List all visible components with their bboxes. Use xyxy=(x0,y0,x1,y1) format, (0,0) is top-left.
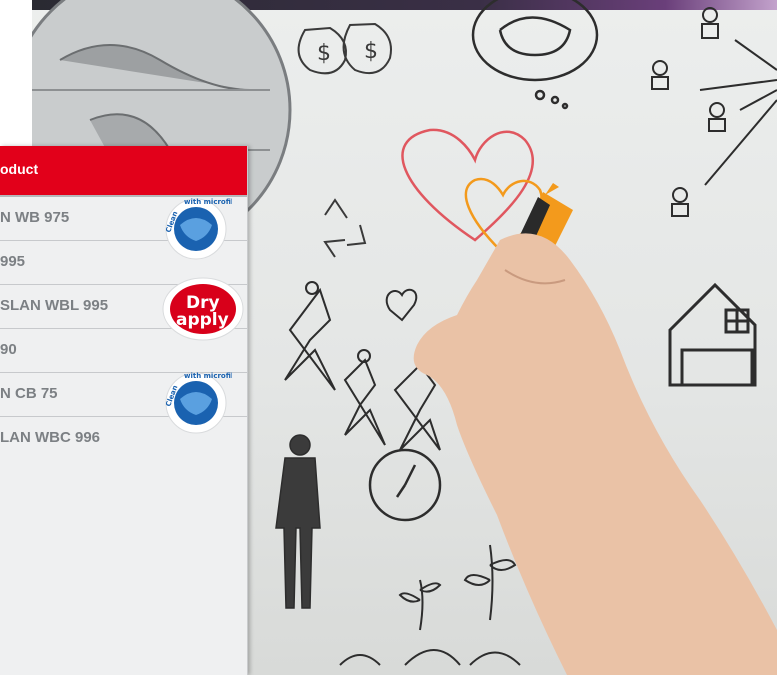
hearts-sketch xyxy=(401,128,543,252)
table-row: SLAN WBL 995 Dry apply xyxy=(0,277,247,341)
white-corner xyxy=(0,0,32,150)
table-row: 90 xyxy=(0,329,247,373)
product-name: 995 xyxy=(0,253,26,270)
people-network-sketch xyxy=(651,7,777,217)
table-header: oduct xyxy=(0,146,247,197)
clock-sketch xyxy=(368,448,442,522)
hand-with-marker xyxy=(413,183,777,675)
product-name: LAN WBC 996 xyxy=(0,429,101,446)
piggy-bank-sketch xyxy=(471,0,599,110)
product-name: 90 xyxy=(0,341,17,358)
table-row: N CB 75 Clean with microfiber cloth xyxy=(0,372,247,434)
product-name: N WB 975 xyxy=(0,209,70,226)
table-row: N WB 975 Clean with microfiber cloth xyxy=(0,197,247,260)
house-sketch xyxy=(668,282,757,387)
svg-text:apply: apply xyxy=(176,310,229,330)
product-table: oduct N WB 975 Clean with microfiber clo… xyxy=(0,146,248,675)
plants-sketch xyxy=(339,544,521,666)
svg-text:$: $ xyxy=(317,41,331,66)
product-name: SLAN WBL 995 xyxy=(0,297,109,314)
product-name: N CB 75 xyxy=(0,385,58,402)
svg-text:with microfiber cloth: with microfiber cloth xyxy=(184,198,232,206)
recycle-sketch xyxy=(323,198,367,258)
person-sketch xyxy=(275,434,321,609)
svg-text:$: $ xyxy=(364,39,378,64)
table-row: LAN WBC 996 xyxy=(0,417,247,461)
svg-text:with microfiber cloth: with microfiber cloth xyxy=(184,372,232,380)
money-bags-sketch: $ $ xyxy=(297,22,392,75)
